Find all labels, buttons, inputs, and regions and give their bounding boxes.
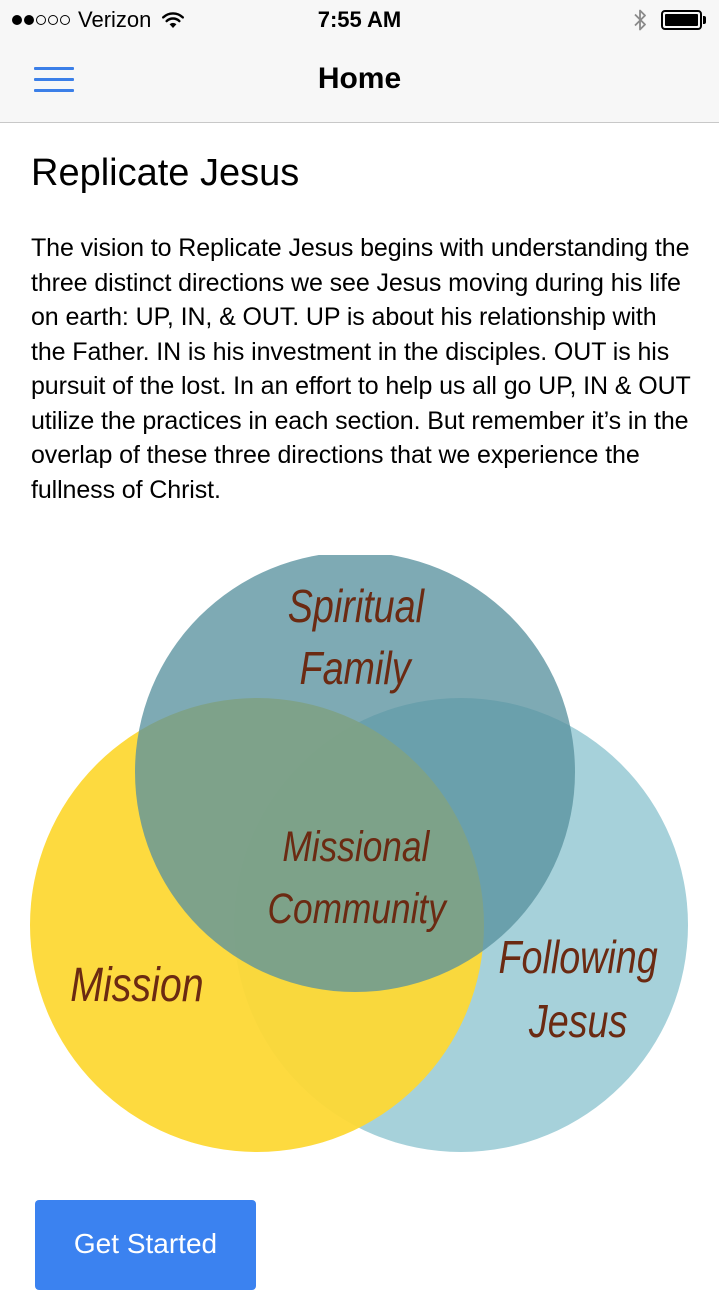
venn-diagram: Spiritual Family Missional Community Mis… — [30, 555, 688, 1152]
venn-label-community: Community — [268, 885, 448, 933]
battery-level — [665, 14, 698, 26]
venn-label-missional: Missional — [282, 823, 430, 871]
status-right — [633, 6, 707, 34]
get-started-button[interactable]: Get Started — [35, 1200, 256, 1290]
venn-label-family: Family — [300, 642, 414, 693]
battery-icon — [661, 10, 707, 30]
page-title: Replicate Jesus — [31, 152, 300, 194]
clock: 7:55 AM — [317, 7, 402, 32]
status-bar: Verizon 7:55 AM — [0, 0, 719, 40]
bluetooth-icon — [634, 9, 646, 31]
main-content: Replicate Jesus The vision to Replicate … — [31, 123, 691, 507]
nav-title: Home — [317, 62, 402, 95]
venn-label-mission: Mission — [70, 958, 203, 1012]
venn-label-following: Following — [498, 931, 658, 982]
navigation-bar: Home — [0, 40, 719, 123]
description-text: The vision to Replicate Jesus begins wit… — [31, 234, 691, 504]
venn-label-jesus: Jesus — [528, 995, 627, 1046]
venn-label-spiritual: Spiritual — [288, 580, 426, 631]
